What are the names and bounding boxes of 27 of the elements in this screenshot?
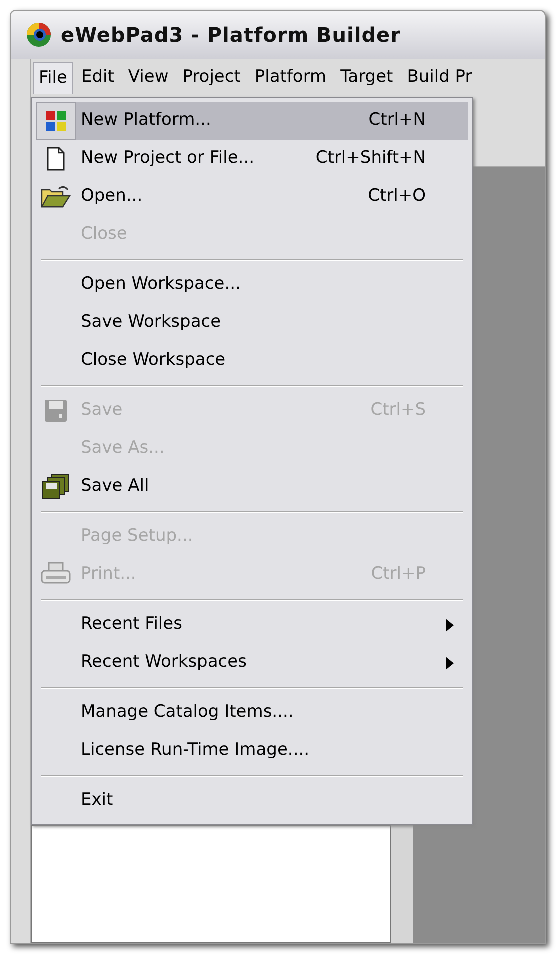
- menu-bar-item[interactable]: View: [122, 61, 175, 95]
- menu-item[interactable]: Save Workspace: [36, 304, 468, 342]
- menu-item[interactable]: Close Workspace: [36, 342, 468, 380]
- menu-bar-item[interactable]: Edit: [75, 61, 120, 95]
- blank-page-icon: [47, 147, 65, 171]
- menu-item[interactable]: New Platform... Ctrl+N: [36, 102, 468, 140]
- menu-bar-item[interactable]: Project: [176, 61, 247, 95]
- menu-item[interactable]: License Run-Time Image....: [36, 732, 468, 770]
- menu-item[interactable]: Manage Catalog Items....: [36, 694, 468, 732]
- colored-squares-icon: [45, 110, 67, 132]
- app-logo-icon: [25, 21, 53, 49]
- menu-bar-item[interactable]: Target: [334, 61, 400, 95]
- window-title: eWebPad3 - Platform Builder: [61, 22, 401, 49]
- submenu-arrow-icon: [446, 618, 454, 632]
- menu-item[interactable]: Open Workspace...: [36, 266, 468, 304]
- menu-item[interactable]: Recent Files: [36, 606, 468, 644]
- submenu-arrow-icon: [446, 656, 454, 670]
- menu-bar-item[interactable]: Build Pr: [401, 61, 478, 95]
- menu-bar-item[interactable]: File: [33, 62, 74, 94]
- open-folder-icon: [41, 185, 71, 209]
- menu-item[interactable]: New Project or File... Ctrl+Shift+N: [36, 140, 468, 178]
- menu-item[interactable]: Save All: [36, 468, 468, 506]
- menu-item[interactable]: Exit: [36, 782, 468, 820]
- menu-item[interactable]: Recent Workspaces: [36, 644, 468, 682]
- stacked-disks-icon: [42, 474, 70, 500]
- menu-bar-item[interactable]: Platform: [248, 61, 333, 95]
- menu-item[interactable]: Open... Ctrl+O: [36, 178, 468, 216]
